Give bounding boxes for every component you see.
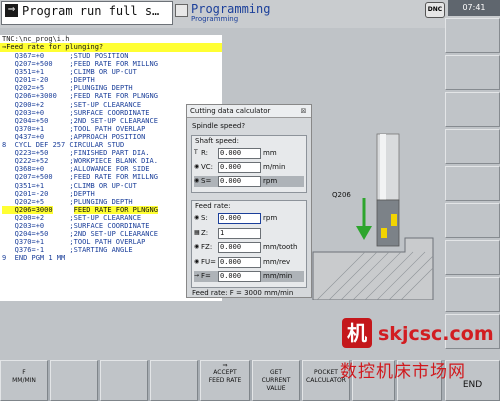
right-softkey-2[interactable] — [445, 55, 500, 90]
shaft-field-label: R: — [201, 149, 209, 157]
feed-field-icon: ◉ — [194, 243, 200, 250]
right-softkey-6[interactable] — [445, 203, 500, 238]
shaft-row: ◉ S= 0.000 rpm — [194, 176, 304, 187]
calculator-titlebar: Cutting data calculator ⊠ — [187, 105, 311, 118]
feed-row: ▦ Z: 1 — [194, 227, 304, 239]
tool-shine — [380, 134, 386, 200]
dnc-icon: DNC — [425, 2, 445, 18]
right-softkey-column — [445, 18, 500, 358]
feed-field-icon: → — [194, 272, 200, 279]
shaft-field-unit: m/min — [263, 163, 286, 171]
feed-field-unit: rpm — [263, 214, 278, 222]
dialog-prompt: ⇒Feed rate for plunging? — [0, 43, 222, 52]
shaft-speed-title: Shaft speed: — [195, 137, 239, 145]
calculator-title: Cutting data calculator — [190, 107, 271, 115]
top-header: ⇒ Program run full s… Programming Progra… — [0, 0, 500, 28]
shaft-field-label: S= — [201, 177, 212, 185]
close-icon[interactable]: ⊠ — [299, 105, 308, 117]
q206-label: Q206 — [332, 191, 351, 199]
cutting-data-calculator: Cutting data calculator ⊠ Spindle speed?… — [186, 104, 312, 298]
program-row[interactable]: Q206=+3000 ;FEED RATE FOR PLNGNG — [0, 92, 222, 100]
edit-row-comment: FEED RATE FOR PLNGNG — [73, 205, 158, 214]
right-softkey-7[interactable] — [445, 240, 500, 275]
program-row[interactable]: Q207=+500 ;FEED RATE FOR MILLNG — [0, 60, 222, 68]
edit-row-value[interactable]: Q206=3000 — [2, 205, 53, 214]
softkey-4[interactable] — [150, 360, 198, 401]
mode2-label: Programming — [191, 2, 271, 16]
feed-row: ◉ S: 0.000 rpm — [194, 213, 304, 224]
shaft-field-label: VC: — [201, 163, 214, 171]
feed-field-label: FZ: — [201, 243, 213, 251]
mode2-sublabel: Programming — [191, 15, 239, 23]
accept-arrow-icon: ⇒ — [222, 362, 228, 369]
feed-field-unit: mm/tooth — [263, 243, 298, 251]
program-row[interactable]: Q351=+1 ;CLIMB OR UP-CUT — [0, 68, 222, 76]
shaft-field-input[interactable]: 0.000 — [218, 162, 261, 173]
cutter-insert-2 — [381, 228, 387, 238]
mode1-label: Program run full s… — [22, 4, 160, 18]
softkey-2[interactable] — [50, 360, 98, 401]
feed-field-label: S: — [201, 214, 208, 222]
feed-field-input[interactable]: 0.000 — [218, 256, 261, 268]
shaft-field-unit: mm — [263, 149, 277, 157]
feed-field-label: F= — [201, 272, 211, 280]
softkey-get-current-value[interactable]: GET CURRENT VALUE — [252, 360, 300, 401]
right-softkey-8[interactable] — [445, 277, 500, 312]
softkey-get-value-label: GET CURRENT VALUE — [261, 369, 291, 392]
softkey-3[interactable] — [100, 360, 148, 401]
softkey-end-label: END — [462, 380, 483, 390]
watermark-site-name: 数控机床市场网 — [340, 362, 466, 382]
clock: 07:41 — [448, 0, 500, 16]
feed-field-input[interactable]: 0.000 — [218, 213, 261, 224]
softkey-accept-feed-rate[interactable]: ⇒ ACCEPT FEED RATE — [200, 360, 250, 401]
feed-field-input[interactable]: 1 — [218, 227, 261, 239]
operating-mode-programming[interactable]: Programming Programming — [175, 1, 415, 25]
program-run-icon: ⇒ — [5, 4, 18, 17]
shaft-row: T R: 0.000 mm — [194, 148, 304, 159]
shaft-speed-group: Shaft speed: T R: 0.000 mm ◉ VC: 0.000 m/min ◉ S=… — [191, 135, 307, 193]
shaft-field-unit: rpm — [263, 177, 278, 185]
feed-field-icon: ◉ — [194, 257, 200, 265]
shaft-field-icon: ◉ — [194, 177, 200, 184]
programming-icon — [175, 4, 188, 17]
calculator-question: Spindle speed? — [192, 122, 246, 130]
feed-field-input[interactable]: 0.000 — [218, 242, 261, 253]
shaft-field-icon: ◉ — [194, 163, 200, 170]
feed-row: → F= 0.000 mm/min — [194, 271, 304, 282]
feed-row: ◉ FZ: 0.000 mm/tooth — [194, 242, 304, 253]
right-softkey-1[interactable] — [445, 18, 500, 53]
feed-field-icon: ▦ — [194, 228, 200, 236]
right-softkey-3[interactable] — [445, 92, 500, 127]
feed-field-label: FU= — [201, 257, 217, 266]
shaft-field-icon: T — [194, 149, 198, 156]
feed-field-label: Z: — [201, 228, 209, 237]
feed-field-input[interactable]: 0.000 — [218, 271, 261, 282]
cutter-insert-1 — [391, 214, 397, 226]
watermark-logo: 机 — [342, 318, 372, 348]
program-row[interactable]: Q367=+0 ;STUD POSITION — [0, 52, 222, 60]
softkey-f-mm-min-label: F MM/MIN — [12, 369, 36, 384]
shaft-field-input[interactable]: 0.000 — [218, 148, 261, 159]
shaft-field-input[interactable]: 0.000 — [218, 176, 261, 187]
softkey-f-mm-min[interactable]: F MM/MIN — [0, 360, 48, 401]
workpiece-shape — [312, 237, 434, 301]
right-softkey-5[interactable] — [445, 166, 500, 201]
program-row[interactable]: Q201=-20 ;DEPTH — [0, 76, 222, 84]
feed-row: ◉ FU= 0.000 mm/rev — [194, 256, 304, 268]
operating-mode-program-run[interactable]: ⇒ Program run full s… — [1, 1, 173, 25]
feed-field-unit: mm/rev — [263, 257, 291, 266]
feed-rate-group: Feed rate: ◉ S: 0.000 rpm ▦ Z: 1 ◉ FZ: 0.000 mm/to… — [191, 200, 307, 288]
feed-rate-result: Feed rate: F = 3000 mm/min — [192, 289, 294, 297]
shaft-row: ◉ VC: 0.000 m/min — [194, 162, 304, 173]
program-path: TNC:\nc_prog\i.h — [2, 35, 70, 43]
feed-field-icon: ◉ — [194, 214, 200, 221]
watermark-url: skjcsc.com — [378, 323, 494, 345]
right-softkey-4[interactable] — [445, 129, 500, 164]
softkey-accept-label: ACCEPT FEED RATE — [208, 369, 242, 384]
plunge-arrow-head — [356, 226, 372, 240]
feed-field-unit: mm/min — [263, 272, 293, 280]
program-row[interactable]: Q202=+5 ;PLUNGING DEPTH — [0, 84, 222, 92]
feed-rate-title: Feed rate: — [195, 202, 231, 210]
